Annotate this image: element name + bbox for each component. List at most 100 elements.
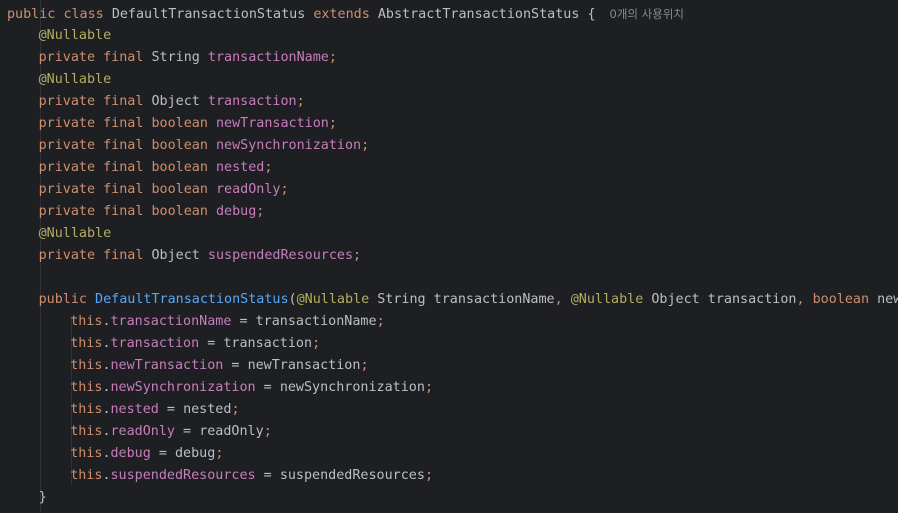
annotation-token: @Nullable	[38, 28, 112, 43]
code-line[interactable]: @Nullable	[39, 69, 112, 91]
code-line[interactable]: public class DefaultTransactionStatus ex…	[7, 3, 684, 25]
keyword-token: public	[7, 7, 56, 22]
punctuation-token: ;	[280, 182, 289, 197]
identifier-token: suspendedResources	[279, 468, 425, 483]
punctuation-token: ;	[215, 446, 224, 461]
code-line[interactable]: private final String transactionName;	[39, 47, 337, 69]
identifier-token	[208, 116, 216, 131]
identifier-token	[95, 138, 103, 153]
type-token: String	[151, 50, 200, 65]
code-line[interactable]: private final boolean newSynchronization…	[39, 135, 370, 157]
identifier-token: transactionName	[255, 314, 377, 329]
punctuation-token: ;	[263, 424, 272, 439]
field-token: transactionName	[207, 50, 329, 65]
keyword-token: class	[63, 7, 104, 22]
type-token: AbstractTransactionStatus	[377, 7, 580, 22]
code-line[interactable]: this.readOnly = readOnly;	[70, 421, 272, 443]
punctuation-token: ;	[376, 314, 385, 329]
code-line[interactable]: this.transactionName = transactionName;	[70, 311, 384, 333]
code-line[interactable]: private final boolean debug;	[39, 201, 265, 223]
identifier-token: newTran	[877, 292, 898, 307]
field-token: nested	[215, 160, 265, 175]
keyword-token: private	[38, 182, 96, 197]
type-token: Object	[151, 248, 200, 263]
punctuation-token: .	[102, 424, 111, 439]
punctuation-token: .	[102, 402, 111, 417]
identifier-token	[563, 292, 571, 307]
code-line[interactable]: @Nullable	[39, 223, 112, 245]
punctuation-token: ;	[361, 138, 370, 153]
keyword-token: final	[103, 248, 144, 263]
punctuation-token: }	[38, 490, 47, 505]
identifier-token: nested	[183, 402, 232, 417]
code-line[interactable]: this.newTransaction = newTransaction;	[70, 355, 368, 377]
code-line[interactable]: this.suspendedResources = suspendedResou…	[70, 465, 433, 487]
keyword-token: private	[38, 204, 96, 219]
field-token: readOnly	[110, 424, 176, 439]
annotation-token: @Nullable	[570, 292, 644, 307]
code-line[interactable]: this.nested = nested;	[70, 399, 239, 421]
punctuation-token: =	[231, 314, 256, 329]
identifier-token	[426, 292, 434, 307]
keyword-token: private	[38, 50, 96, 65]
keyword-token: final	[103, 116, 144, 131]
punctuation-token: {	[579, 7, 596, 22]
identifier-token	[208, 160, 216, 175]
keyword-token: boolean	[812, 292, 870, 307]
identifier-token	[208, 138, 216, 153]
code-line[interactable]: this.debug = debug;	[70, 443, 223, 465]
identifier-token	[200, 94, 208, 109]
code-line[interactable]: private final boolean nested;	[39, 157, 273, 179]
field-token: newSynchronization	[110, 380, 256, 395]
identifier-token	[95, 248, 103, 263]
code-line[interactable]: public DefaultTransactionStatus(@Nullabl…	[39, 289, 898, 311]
punctuation-token: .	[102, 468, 111, 483]
type-token: DefaultTransactionStatus	[111, 7, 306, 22]
code-line[interactable]: private final Object suspendedResources;	[39, 245, 362, 267]
identifier-token	[95, 94, 103, 109]
punctuation-token: ;	[312, 336, 321, 351]
keyword-token: public	[38, 292, 87, 307]
field-token: debug	[215, 204, 257, 219]
field-token: suspendedResources	[207, 248, 354, 263]
annotation-token: @Nullable	[38, 226, 112, 241]
keyword-token: this	[70, 314, 103, 329]
code-line[interactable]: this.transaction = transaction;	[70, 333, 320, 355]
usage-inlay-hint[interactable]: 0개의 사용위치	[610, 7, 684, 21]
keyword-token: final	[103, 160, 144, 175]
identifier-token: newSynchronization	[279, 380, 425, 395]
keyword-token: final	[103, 138, 144, 153]
identifier-token	[95, 204, 103, 219]
annotation-token: @Nullable	[296, 292, 370, 307]
code-line[interactable]: private final Object transaction;	[39, 91, 305, 113]
code-line[interactable]: private final boolean readOnly;	[39, 179, 289, 201]
punctuation-token: ;	[328, 50, 337, 65]
type-token: String	[377, 292, 426, 307]
code-line[interactable]: @Nullable	[39, 25, 112, 47]
keyword-token: boolean	[151, 138, 208, 153]
punctuation-token: =	[199, 336, 224, 351]
punctuation-token: .	[102, 358, 111, 373]
keyword-token: boolean	[151, 116, 208, 131]
punctuation-token: =	[255, 468, 280, 483]
identifier-token	[95, 50, 103, 65]
keyword-token: this	[70, 446, 103, 461]
code-line[interactable]: private final boolean newTransaction;	[39, 113, 337, 135]
type-token: Object	[151, 94, 200, 109]
identifier-token: newTransaction	[247, 358, 361, 373]
punctuation-token: =	[175, 424, 200, 439]
code-editor[interactable]: public class DefaultTransactionStatus ex…	[0, 0, 898, 513]
field-token: newSynchronization	[215, 138, 362, 153]
keyword-token: final	[103, 50, 144, 65]
identifier-token	[370, 7, 378, 22]
keyword-token: private	[38, 138, 96, 153]
code-line[interactable]: this.newSynchronization = newSynchroniza…	[70, 377, 433, 399]
code-line[interactable]: }	[39, 487, 47, 509]
punctuation-token: ;	[231, 402, 240, 417]
identifier-token	[95, 160, 103, 175]
keyword-token: this	[70, 468, 103, 483]
keyword-token: final	[103, 94, 144, 109]
field-token: transactionName	[110, 314, 232, 329]
punctuation-token: .	[102, 336, 111, 351]
punctuation-token: ;	[328, 116, 337, 131]
